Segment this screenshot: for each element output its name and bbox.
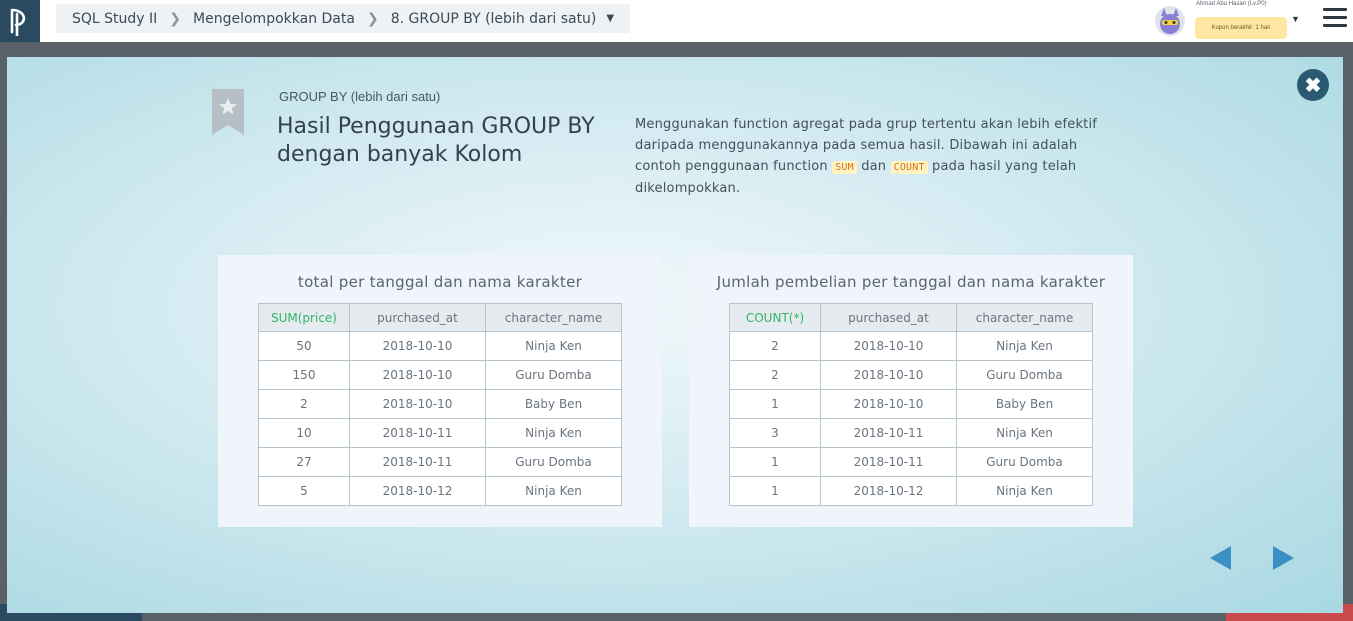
chevron-right-icon: ❯ bbox=[366, 10, 379, 27]
table-cell: 150 bbox=[258, 360, 350, 390]
table-row: 50 2018-10-10 Ninja Ken bbox=[258, 331, 622, 361]
breadcrumb-course[interactable]: SQL Study II bbox=[72, 11, 157, 27]
breadcrumb-chapter[interactable]: Mengelompokkan Data bbox=[193, 11, 355, 27]
table-cell: 2018-10-10 bbox=[820, 360, 957, 390]
table-cell: 2018-10-10 bbox=[820, 331, 957, 361]
table-header-row: SUM(price) purchased_at character_name bbox=[258, 303, 622, 332]
table-cell: Guru Domba bbox=[956, 360, 1093, 390]
breadcrumb-lesson[interactable]: 8. GROUP BY (lebih dari satu) bbox=[391, 11, 597, 27]
table-cell: Guru Domba bbox=[956, 447, 1093, 477]
table-cell: 1 bbox=[729, 447, 821, 477]
next-arrow-icon[interactable] bbox=[1271, 545, 1295, 571]
table-cell: Ninja Ken bbox=[956, 476, 1093, 506]
table-cell: 2018-10-11 bbox=[349, 447, 486, 477]
table-cell: 2018-10-11 bbox=[820, 447, 957, 477]
table-row: 2 2018-10-10 Ninja Ken bbox=[729, 331, 1093, 361]
table-cell: 50 bbox=[258, 331, 350, 361]
sum-table-card: total per tanggal dan nama karakter SUM(… bbox=[218, 255, 662, 527]
table-cell: 3 bbox=[729, 418, 821, 448]
column-header: SUM(price) bbox=[258, 303, 350, 332]
close-icon[interactable]: ✖ bbox=[1297, 69, 1329, 101]
table-row: 5 2018-10-12 Ninja Ken bbox=[258, 476, 622, 506]
table-cell: 2018-10-10 bbox=[820, 389, 957, 419]
table-cell: Baby Ben bbox=[956, 389, 1093, 419]
table-cell: 2018-10-10 bbox=[349, 360, 486, 390]
column-header: purchased_at bbox=[349, 303, 486, 332]
slide-kicker: GROUP BY (lebih dari satu) bbox=[279, 89, 441, 104]
count-table-title: Jumlah pembelian per tanggal dan nama ka… bbox=[716, 273, 1106, 291]
column-header: COUNT(*) bbox=[729, 303, 821, 332]
table-cell: 1 bbox=[729, 476, 821, 506]
table-cell: 2 bbox=[729, 360, 821, 390]
breadcrumb: SQL Study II ❯ Mengelompokkan Data ❯ 8. … bbox=[56, 4, 631, 33]
hamburger-menu-icon[interactable] bbox=[1323, 8, 1347, 30]
progate-logo-icon[interactable] bbox=[0, 0, 40, 42]
table-cell: 1 bbox=[729, 389, 821, 419]
table-row: 1 2018-10-10 Baby Ben bbox=[729, 389, 1093, 419]
chevron-down-icon[interactable]: ▼ bbox=[1291, 14, 1300, 24]
coupon-badge[interactable]: Kupon berakhir: 1 hari bbox=[1195, 17, 1287, 39]
count-table: COUNT(*) purchased_at character_name 2 20… bbox=[729, 303, 1093, 506]
table-cell: Ninja Ken bbox=[485, 476, 622, 506]
table-cell: Ninja Ken bbox=[956, 418, 1093, 448]
column-header: character_name bbox=[956, 303, 1093, 332]
table-cell: 2018-10-10 bbox=[349, 331, 486, 361]
chevron-down-icon[interactable]: ▼ bbox=[606, 13, 614, 24]
table-cell: 10 bbox=[258, 418, 350, 448]
table-row: 27 2018-10-11 Guru Domba bbox=[258, 447, 622, 477]
chevron-right-icon: ❯ bbox=[169, 10, 182, 27]
table-cell: 2018-10-11 bbox=[820, 418, 957, 448]
table-cell: Guru Domba bbox=[485, 360, 622, 390]
avatar[interactable] bbox=[1155, 6, 1185, 36]
table-cell: 2018-10-12 bbox=[820, 476, 957, 506]
table-cell: Ninja Ken bbox=[485, 331, 622, 361]
description-text: dan bbox=[856, 159, 891, 174]
slide-description: Menggunakan function agregat pada grup t… bbox=[635, 114, 1107, 199]
table-row: 1 2018-10-11 Guru Domba bbox=[729, 447, 1093, 477]
code-sum: SUM bbox=[832, 161, 857, 174]
sum-table-title: total per tanggal dan nama karakter bbox=[297, 273, 583, 291]
table-row: 1 2018-10-12 Ninja Ken bbox=[729, 476, 1093, 506]
table-cell: 5 bbox=[258, 476, 350, 506]
column-header: purchased_at bbox=[820, 303, 957, 332]
code-count: COUNT bbox=[890, 161, 928, 174]
sum-table: SUM(price) purchased_at character_name 5… bbox=[258, 303, 622, 506]
table-row: 150 2018-10-10 Guru Domba bbox=[258, 360, 622, 390]
table-cell: 2018-10-11 bbox=[349, 418, 486, 448]
table-cell: 2018-10-12 bbox=[349, 476, 486, 506]
slide-modal: ✖ GROUP BY (lebih dari satu) Hasil Pengg… bbox=[7, 57, 1343, 613]
prev-arrow-icon[interactable] bbox=[1209, 545, 1233, 571]
table-cell: Guru Domba bbox=[485, 447, 622, 477]
bookmark-star-icon bbox=[212, 89, 244, 135]
table-cell: Ninja Ken bbox=[956, 331, 1093, 361]
table-cell: Baby Ben bbox=[485, 389, 622, 419]
table-row: 3 2018-10-11 Ninja Ken bbox=[729, 418, 1093, 448]
column-header: character_name bbox=[485, 303, 622, 332]
table-cell: 2018-10-10 bbox=[349, 389, 486, 419]
table-row: 10 2018-10-11 Ninja Ken bbox=[258, 418, 622, 448]
table-row: 2 2018-10-10 Guru Domba bbox=[729, 360, 1093, 390]
table-row: 2 2018-10-10 Baby Ben bbox=[258, 389, 622, 419]
table-header-row: COUNT(*) purchased_at character_name bbox=[729, 303, 1093, 332]
table-cell: Ninja Ken bbox=[485, 418, 622, 448]
count-table-card: Jumlah pembelian per tanggal dan nama ka… bbox=[689, 255, 1133, 527]
table-cell: 2 bbox=[258, 389, 350, 419]
top-bar: SQL Study II ❯ Mengelompokkan Data ❯ 8. … bbox=[0, 0, 1353, 42]
table-cell: 27 bbox=[258, 447, 350, 477]
user-name: Ahmad Abu Hasan (Lv.P0) bbox=[1196, 1, 1267, 7]
table-cell: 2 bbox=[729, 331, 821, 361]
slide-title: Hasil Penggunaan GROUP BY dengan banyak … bbox=[277, 114, 595, 167]
